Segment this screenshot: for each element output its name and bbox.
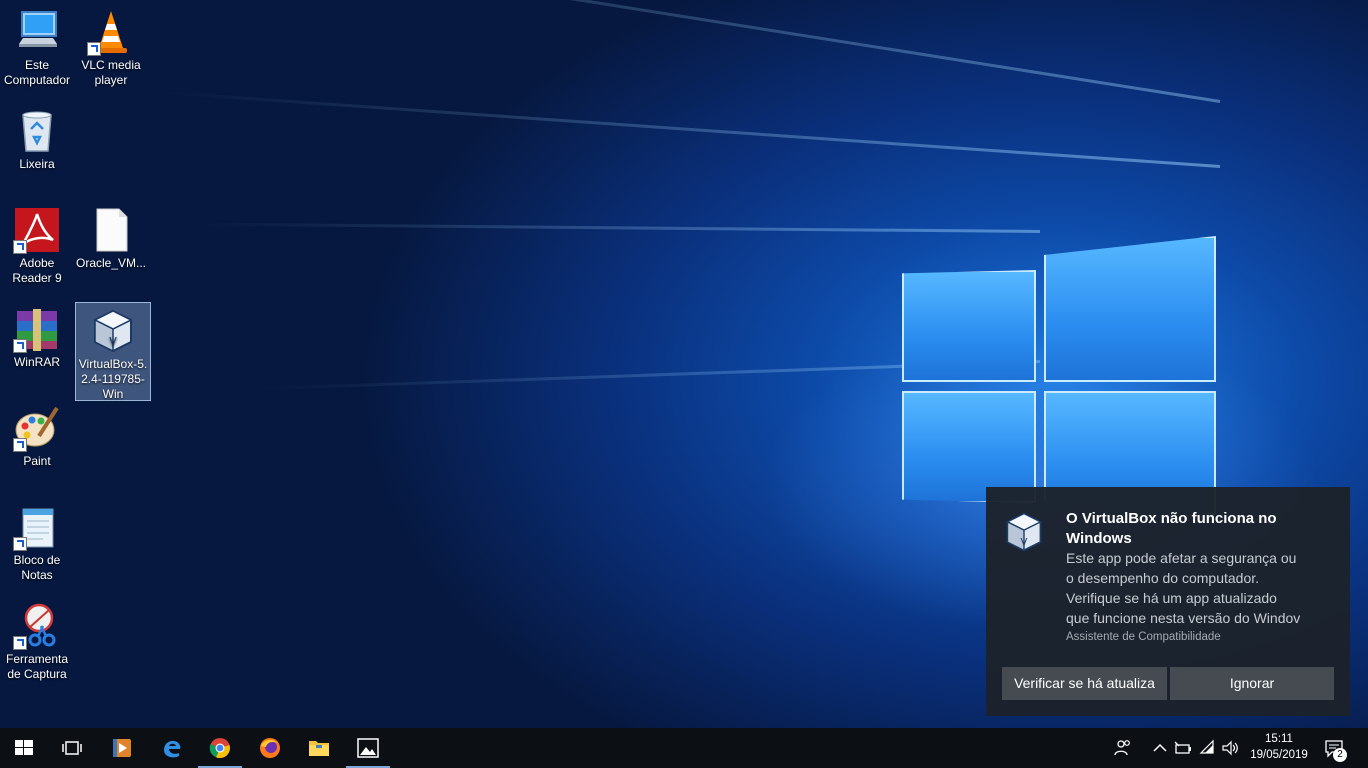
- winrar-icon: [13, 305, 61, 353]
- desktop-icon-label: VLC media player: [81, 58, 141, 87]
- virtualbox-icon: V: [89, 307, 137, 355]
- desktop-icon-label: Lixeira: [19, 157, 55, 171]
- edge-icon: [164, 740, 181, 758]
- notification-body-line: Este app pode afetar a segurança ou: [1066, 550, 1297, 566]
- desktop-icon-label: WinRAR: [13, 355, 60, 369]
- media-player-button[interactable]: [98, 728, 146, 768]
- logo-pane-top-left: [902, 270, 1036, 382]
- notification-title: O VirtualBox não funciona no Windows: [1066, 510, 1277, 547]
- task-view-icon: [62, 741, 82, 755]
- taskbar: 15:11 19/05/2019 2: [0, 728, 1368, 768]
- firefox-icon: [260, 738, 280, 758]
- media-player-icon: [113, 739, 131, 757]
- chevron-up-icon[interactable]: [1151, 738, 1169, 758]
- desktop-icon-virtualbox-installer[interactable]: V VirtualBox-5.2.4-119785-Win: [75, 302, 151, 401]
- desktop-icon-label: VirtualBox-5.2.4-119785-Win: [78, 357, 148, 401]
- taskbar-clock[interactable]: 15:11 19/05/2019: [1244, 731, 1314, 763]
- vlc-icon: [87, 8, 135, 56]
- notification-body-line: o desempenho do computador.: [1066, 570, 1260, 586]
- clock-time: 15:11: [1265, 733, 1293, 745]
- desktop-icon-bloco-de-notas[interactable]: Bloco de Notas: [0, 499, 74, 583]
- desktop-icon-label: Ferramenta de Captura: [5, 652, 69, 681]
- desktop-icon-label: Este Computador: [3, 58, 71, 87]
- shortcut-arrow-icon: [13, 240, 27, 254]
- task-view-button[interactable]: [48, 728, 96, 768]
- desktop-icon-label: Adobe Reader 9: [12, 256, 62, 285]
- desktop-icon-ferramenta-de-captura[interactable]: Ferramenta de Captura: [0, 598, 74, 682]
- desktop-icon-este-computador[interactable]: Este Computador: [0, 4, 74, 88]
- svg-text:V: V: [1021, 537, 1028, 548]
- desktop-icon-winrar[interactable]: WinRAR: [0, 301, 74, 370]
- desktop-icon-paint[interactable]: Paint: [0, 400, 74, 469]
- compatibility-notification[interactable]: V O VirtualBox não funciona no Windows E…: [986, 487, 1350, 716]
- photos-icon: [357, 738, 379, 758]
- windows-logo-icon: [15, 740, 33, 755]
- paint-icon: [13, 404, 61, 452]
- notification-source: Assistente de Compatibilidade: [1066, 631, 1221, 643]
- start-button[interactable]: [0, 728, 48, 768]
- desktop-icon-label: Oracle_VM...: [76, 256, 147, 270]
- shortcut-arrow-icon: [87, 42, 101, 56]
- virtualbox-icon: V: [1002, 509, 1046, 555]
- notification-body-line: que funcione nesta versão do Windov: [1066, 610, 1301, 626]
- computer-icon: [13, 8, 61, 56]
- shortcut-arrow-icon: [13, 438, 27, 452]
- file-icon: [87, 206, 135, 254]
- firefox-button[interactable]: [246, 728, 294, 768]
- volume-icon[interactable]: [1221, 738, 1239, 758]
- chrome-button[interactable]: [196, 728, 244, 768]
- shortcut-arrow-icon: [13, 636, 27, 650]
- desktop-icon-label: Paint: [23, 454, 51, 468]
- shortcut-arrow-icon: [13, 537, 27, 551]
- check-for-updates-button[interactable]: Verificar se há atualiza: [1002, 667, 1167, 700]
- photos-button[interactable]: [344, 728, 392, 768]
- file-explorer-button[interactable]: [295, 728, 343, 768]
- notification-body: Este app pode afetar a segurança ou o de…: [1066, 548, 1338, 628]
- recycle-bin-icon: [13, 107, 61, 155]
- desktop-icon-lixeira[interactable]: Lixeira: [0, 103, 74, 172]
- clock-date: 19/05/2019: [1250, 749, 1308, 761]
- people-icon[interactable]: [1114, 738, 1132, 758]
- snipping-tool-icon: [13, 602, 61, 650]
- edge-button[interactable]: [148, 728, 196, 768]
- shortcut-arrow-icon: [13, 339, 27, 353]
- desktop-icon-oracle-vm[interactable]: Oracle_VM...: [74, 202, 148, 271]
- desktop-icon-adobe-reader[interactable]: Adobe Reader 9: [0, 202, 74, 286]
- ignore-button[interactable]: Ignorar: [1170, 667, 1334, 700]
- notification-count-badge: 2: [1333, 748, 1347, 762]
- light-beam: [162, 91, 1221, 168]
- desktop-icon-label: Bloco de Notas: [13, 553, 61, 582]
- desktop-icon-vlc[interactable]: VLC media player: [74, 4, 148, 88]
- desktop-background[interactable]: Este Computador VLC media player Lixeira: [0, 0, 1368, 728]
- wifi-icon[interactable]: [1199, 738, 1217, 758]
- light-beam: [113, 0, 1221, 103]
- battery-icon[interactable]: [1174, 738, 1192, 758]
- logo-pane-top-right: [1044, 236, 1216, 382]
- notification-body-line: Verifique se há um app atualizado: [1066, 590, 1277, 606]
- notepad-icon: [13, 503, 61, 551]
- folder-icon: [309, 741, 329, 756]
- light-beam: [200, 222, 1041, 233]
- svg-text:V: V: [109, 335, 117, 348]
- adobe-reader-icon: [13, 206, 61, 254]
- chrome-icon: [209, 738, 230, 759]
